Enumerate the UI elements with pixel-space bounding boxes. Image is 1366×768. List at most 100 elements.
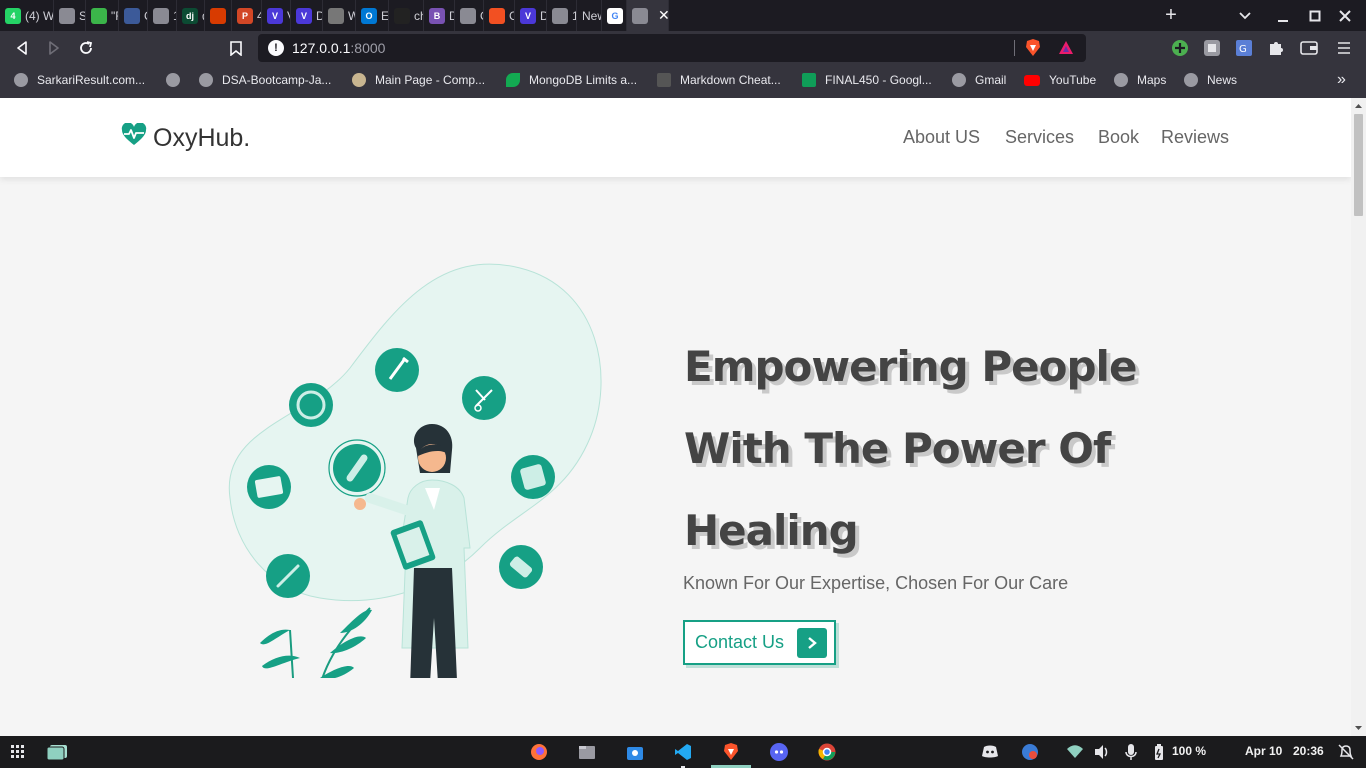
browser-tab[interactable]: Con [119, 0, 148, 31]
close-window-icon[interactable] [1329, 0, 1361, 31]
bookmark-main-page[interactable]: Main Page - Comp... [352, 71, 485, 89]
nav-reviews[interactable]: Reviews [1161, 127, 1229, 148]
tab-list-dropdown-icon[interactable] [1229, 0, 1261, 31]
brave-icon[interactable] [711, 742, 751, 768]
extensions-puzzle-icon[interactable] [1266, 38, 1286, 58]
chevron-right-icon [797, 628, 827, 658]
tab-title: Micr [230, 9, 231, 23]
notifications-off-icon[interactable] [1336, 742, 1356, 762]
browser-tab[interactable]: O Ema [356, 0, 389, 31]
browser-tab[interactable]: chat [389, 0, 424, 31]
battery-icon[interactable] [1149, 742, 1169, 762]
browser-tab[interactable]: B Drop [424, 0, 455, 31]
scroll-thumb[interactable] [1354, 114, 1363, 216]
browser-tab[interactable]: 127 [547, 0, 577, 31]
browser-tab[interactable]: Whi [323, 0, 356, 31]
browser-tab[interactable]: New Tab [577, 0, 602, 31]
nav-services[interactable]: Services [1005, 127, 1074, 148]
bookmark-news[interactable]: News [1184, 71, 1237, 89]
pills-strip-icon [499, 545, 543, 589]
microphone-icon[interactable] [1121, 742, 1141, 762]
tab-title: 127 [173, 9, 176, 23]
browser-tab[interactable]: V Drav [515, 0, 547, 31]
tab-title: Whi [348, 9, 355, 23]
browser-tab[interactable]: 1✕ [627, 0, 669, 31]
tab-favicon-icon: V [520, 7, 536, 24]
workspaces-icon[interactable] [46, 742, 68, 762]
tab-favicon-icon: dj [182, 7, 198, 24]
site-info-icon[interactable]: ! [268, 40, 284, 56]
bookmarks-overflow-button[interactable]: » [1337, 71, 1346, 89]
page-scrollbar[interactable] [1351, 98, 1366, 736]
tab-title: Con [509, 9, 514, 23]
browser-tab[interactable]: "Ret [86, 0, 119, 31]
clock-date[interactable]: Apr 10 [1245, 744, 1282, 758]
chrome-icon[interactable] [817, 742, 837, 762]
translate-extension-icon[interactable]: G [1234, 38, 1254, 58]
software-store-icon[interactable] [625, 742, 645, 762]
brave-rewards-icon[interactable] [1058, 40, 1074, 61]
clock-time[interactable]: 20:36 [1293, 744, 1324, 758]
nav-about-us[interactable]: About US [903, 127, 980, 148]
bookmark-markdown-cheat[interactable]: Markdown Cheat... [657, 71, 781, 89]
bookmark-label: Gmail [975, 73, 1007, 87]
mongodb-leaf-icon [506, 73, 520, 87]
bookmark-globe[interactable] [166, 71, 180, 89]
tab-favicon-icon [632, 7, 648, 24]
bookmark-dsa-bootcamp[interactable]: DSA-Bootcamp-Ja... [199, 71, 331, 89]
address-bar[interactable]: ! 127.0.0.1:8000 [258, 34, 1086, 62]
bookmark-sarkariresult[interactable]: SarkariResult.com... [14, 71, 145, 89]
browser-tab[interactable]: Sele [54, 0, 86, 31]
tray-discord-icon[interactable] [980, 742, 1000, 762]
vscode-icon[interactable] [673, 742, 693, 768]
app-grid-icon[interactable] [8, 742, 28, 762]
calendar-icon [247, 465, 291, 509]
nav-book[interactable]: Book [1098, 127, 1139, 148]
wallet-icon[interactable] [1299, 38, 1319, 58]
menu-hamburger-icon[interactable] [1334, 38, 1354, 58]
minimize-icon[interactable] [1267, 0, 1299, 31]
wifi-icon[interactable] [1065, 742, 1085, 762]
tab-title: Oxy [480, 9, 483, 23]
url-text[interactable]: 127.0.0.1:8000 [292, 40, 385, 56]
browser-tab[interactable]: dj djan [177, 0, 205, 31]
browser-tab[interactable]: Micr [205, 0, 232, 31]
contact-us-button[interactable]: Contact Us [683, 620, 836, 665]
volume-icon[interactable] [1092, 742, 1112, 762]
browser-tab[interactable]: Con [484, 0, 515, 31]
browser-tab[interactable]: Oxy [455, 0, 484, 31]
tab-title: chat [414, 8, 423, 23]
browser-tab[interactable]: V Drav [291, 0, 323, 31]
bookmark-mongodb[interactable]: MongoDB Limits a... [506, 71, 637, 89]
browser-tab[interactable]: Gscre [602, 0, 627, 31]
bookmark-youtube[interactable]: YouTube [1024, 71, 1096, 89]
bookmark-label: MongoDB Limits a... [529, 73, 638, 87]
browser-tab[interactable]: 127 [148, 0, 177, 31]
bookmark-maps[interactable]: Maps [1114, 71, 1166, 89]
tab-favicon-icon: V [296, 7, 312, 24]
site-logo[interactable]: OxyHub. [121, 122, 250, 154]
wiki-icon [352, 73, 366, 87]
firefox-icon[interactable] [529, 742, 549, 762]
files-icon[interactable] [577, 742, 597, 762]
browser-tab[interactable]: P 404! [232, 0, 262, 31]
maximize-icon[interactable] [1299, 0, 1331, 31]
bookmark-gmail[interactable]: Gmail [952, 71, 1006, 89]
close-tab-icon[interactable]: ✕ [658, 7, 668, 24]
reload-icon[interactable] [76, 38, 96, 58]
bookmark-final450[interactable]: FINAL450 - Googl... [802, 71, 932, 89]
browser-tab[interactable]: V Visi [262, 0, 291, 31]
scroll-down-arrow-icon[interactable] [1351, 722, 1366, 734]
forward-icon[interactable] [44, 38, 64, 58]
extension-grey-icon[interactable] [1202, 38, 1222, 58]
extension-green-plus-icon[interactable] [1170, 38, 1190, 58]
new-tab-button[interactable]: + [1160, 4, 1182, 27]
scroll-up-arrow-icon[interactable] [1351, 100, 1366, 112]
discord-icon[interactable] [769, 742, 789, 762]
tray-app-icon[interactable] [1020, 742, 1040, 762]
browser-tab[interactable]: 4 (4) W [0, 0, 54, 31]
back-icon[interactable] [12, 38, 32, 58]
bookmark-page-icon[interactable] [226, 38, 246, 58]
brave-shields-icon[interactable] [1025, 39, 1041, 62]
potted-plant [260, 607, 372, 678]
